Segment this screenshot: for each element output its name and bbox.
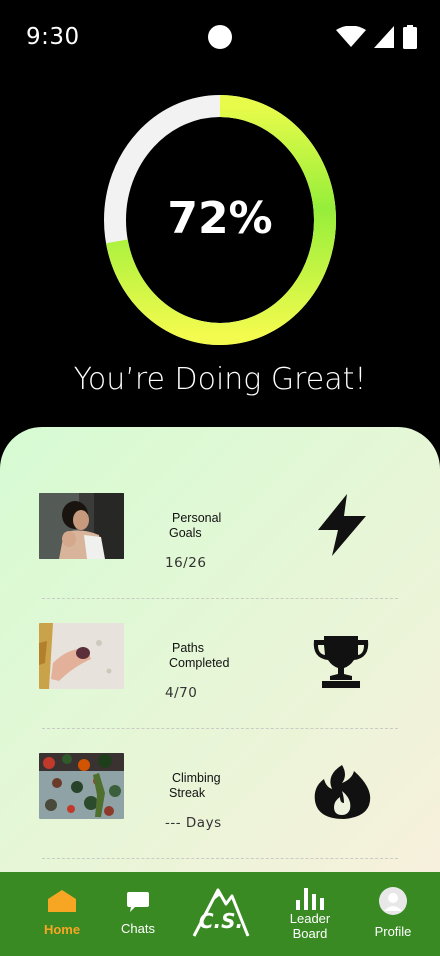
bar-chart-icon bbox=[296, 888, 324, 910]
progress-percent: 72% bbox=[167, 193, 273, 244]
fire-icon bbox=[314, 765, 371, 819]
card-title: Paths Completed bbox=[169, 641, 229, 671]
nav-profile-label: Profile bbox=[374, 924, 412, 939]
stat-card-personal-goals[interactable]: Personal Goals 16/26 bbox=[0, 467, 440, 577]
nav-chats[interactable]: Chats bbox=[112, 872, 164, 956]
nav-leaderboard-label: Leader Board bbox=[284, 911, 336, 941]
nav-logo[interactable]: C.S. bbox=[190, 872, 252, 956]
status-time: 9:30 bbox=[26, 24, 80, 50]
home-icon bbox=[48, 890, 76, 912]
card-title-line1: Climbing bbox=[172, 771, 221, 785]
wifi-icon bbox=[336, 26, 366, 47]
headline: You’re Doing Great! bbox=[73, 362, 367, 397]
card-title: Climbing Streak bbox=[169, 771, 221, 801]
card-title-line1: Personal bbox=[172, 511, 222, 525]
nav-leaderboard[interactable]: Leader Board bbox=[284, 872, 336, 956]
camera-cutout bbox=[208, 25, 232, 49]
nav-profile[interactable]: Profile bbox=[366, 872, 420, 956]
nav-leaderboard-label-line1: Leader bbox=[289, 911, 331, 926]
trophy-icon bbox=[313, 636, 369, 688]
stat-card-paths-completed[interactable]: Paths Completed 4/70 bbox=[0, 597, 440, 707]
divider bbox=[42, 858, 398, 859]
card-title-line2: Streak bbox=[169, 786, 206, 800]
card-title-line2: Goals bbox=[169, 526, 202, 540]
card-title: Personal Goals bbox=[169, 511, 221, 541]
card-value: --- Days bbox=[165, 815, 222, 831]
bottom-nav: Home Chats C.S. Leader Board Profile bbox=[0, 872, 440, 956]
stat-card-climbing-streak[interactable]: Climbing Streak --- Days bbox=[0, 727, 440, 837]
logo-text: C.S. bbox=[198, 909, 244, 933]
status-bar: 9:30 bbox=[0, 0, 440, 72]
card-title-line1: Paths bbox=[172, 641, 204, 655]
card-value: 4/70 bbox=[165, 685, 198, 701]
signal-icon bbox=[374, 26, 394, 48]
lightning-icon bbox=[318, 494, 366, 556]
nav-home-label: Home bbox=[43, 922, 81, 937]
nav-home[interactable]: Home bbox=[34, 872, 90, 956]
status-icons bbox=[336, 25, 418, 49]
climber-photo bbox=[39, 493, 124, 559]
card-value: 16/26 bbox=[165, 555, 207, 571]
climbing-wall-photo bbox=[39, 753, 124, 819]
nav-chats-label: Chats bbox=[121, 921, 155, 936]
stats-panel: Personal Goals 16/26 Paths Completed 4/7… bbox=[0, 427, 440, 887]
nav-leaderboard-label-line2: Board bbox=[292, 926, 328, 941]
progress-ring: 72% bbox=[104, 95, 336, 345]
battery-icon bbox=[403, 25, 417, 49]
profile-avatar-icon bbox=[379, 887, 407, 915]
chat-bubble-icon bbox=[127, 892, 149, 912]
card-title-line2: Completed bbox=[169, 656, 230, 670]
climbing-hold-photo bbox=[39, 623, 124, 689]
